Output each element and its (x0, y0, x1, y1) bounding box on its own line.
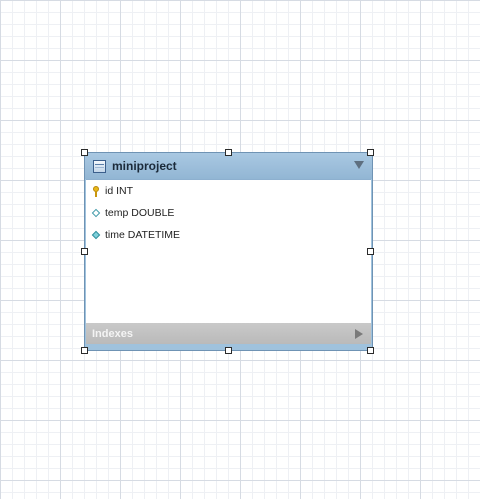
primary-key-icon (92, 185, 101, 197)
resize-handle-top-left[interactable] (81, 149, 88, 156)
columns-list: id INT temp DOUBLE time DATETIME (86, 179, 371, 324)
resize-handle-top-center[interactable] (225, 149, 232, 156)
column-label: id INT (105, 185, 134, 197)
column-diamond-filled-icon (92, 230, 101, 241)
column-row-temp[interactable]: temp DOUBLE (86, 205, 174, 221)
table-icon (93, 159, 106, 173)
resize-handle-bottom-left[interactable] (81, 347, 88, 354)
column-diamond-icon (92, 208, 101, 219)
resize-handle-bottom-right[interactable] (367, 347, 374, 354)
indexes-label: Indexes (92, 327, 133, 340)
table-title: miniproject (112, 159, 177, 173)
column-row-id[interactable]: id INT (86, 183, 133, 199)
resize-handle-top-right[interactable] (367, 149, 374, 156)
table-header[interactable]: miniproject (85, 153, 372, 179)
indexes-section[interactable]: Indexes (86, 323, 371, 344)
collapse-triangle-icon[interactable] (354, 161, 364, 169)
table-figure[interactable]: miniproject id INT temp DOUBLE time DATE… (84, 152, 373, 351)
column-label: temp DOUBLE (105, 207, 175, 219)
column-label: time DATETIME (105, 229, 181, 241)
expand-triangle-icon[interactable] (355, 329, 363, 339)
diagram-canvas[interactable]: miniproject id INT temp DOUBLE time DATE… (0, 0, 480, 499)
resize-handle-bottom-center[interactable] (225, 347, 232, 354)
column-row-time[interactable]: time DATETIME (86, 227, 180, 243)
resize-handle-middle-left[interactable] (81, 248, 88, 255)
resize-handle-middle-right[interactable] (367, 248, 374, 255)
